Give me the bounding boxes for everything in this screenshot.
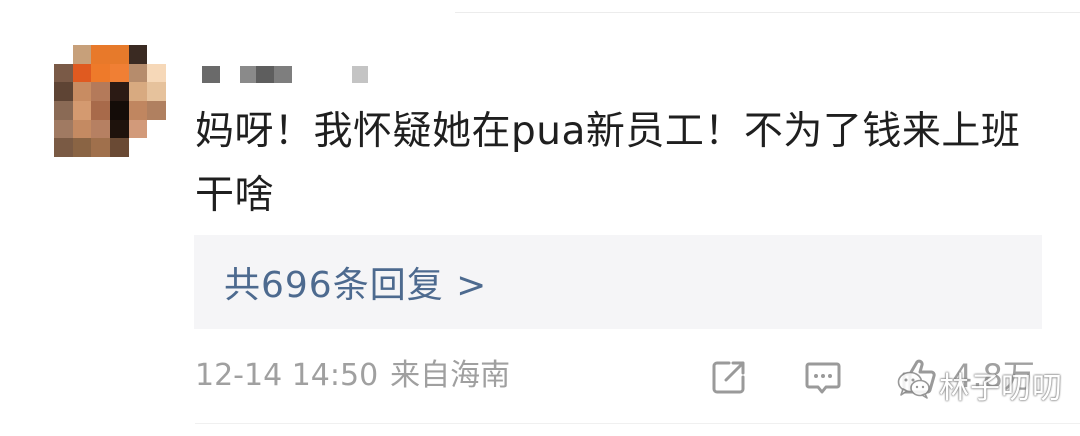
avatar[interactable]	[54, 45, 166, 157]
bottom-divider	[195, 423, 1080, 424]
comment-location: 来自海南	[390, 358, 511, 393]
comment-button[interactable]	[802, 356, 844, 398]
like-button[interactable]	[897, 356, 939, 398]
username-redacted	[202, 64, 368, 84]
share-button[interactable]	[708, 356, 750, 398]
comment-text: 妈呀！我怀疑她在pua新员工！不为了钱来上班干啥	[195, 109, 1021, 218]
comment-meta: 12-14 14:50 来自海南	[195, 356, 510, 396]
thumbs-up-icon	[902, 359, 936, 394]
replies-box[interactable]: 共696条回复 >	[194, 235, 1042, 329]
comment-icon	[805, 362, 841, 394]
top-divider	[455, 12, 1080, 13]
comment-date: 12-14 14:50	[195, 358, 379, 393]
like-count: 4.8万	[952, 357, 1035, 395]
replies-link[interactable]: 共696条回复 >	[224, 256, 487, 308]
share-icon	[712, 361, 745, 394]
comment-card: 妈呀！我怀疑她在pua新员工！不为了钱来上班干啥 共696条回复 > 12-14…	[0, 0, 1080, 436]
